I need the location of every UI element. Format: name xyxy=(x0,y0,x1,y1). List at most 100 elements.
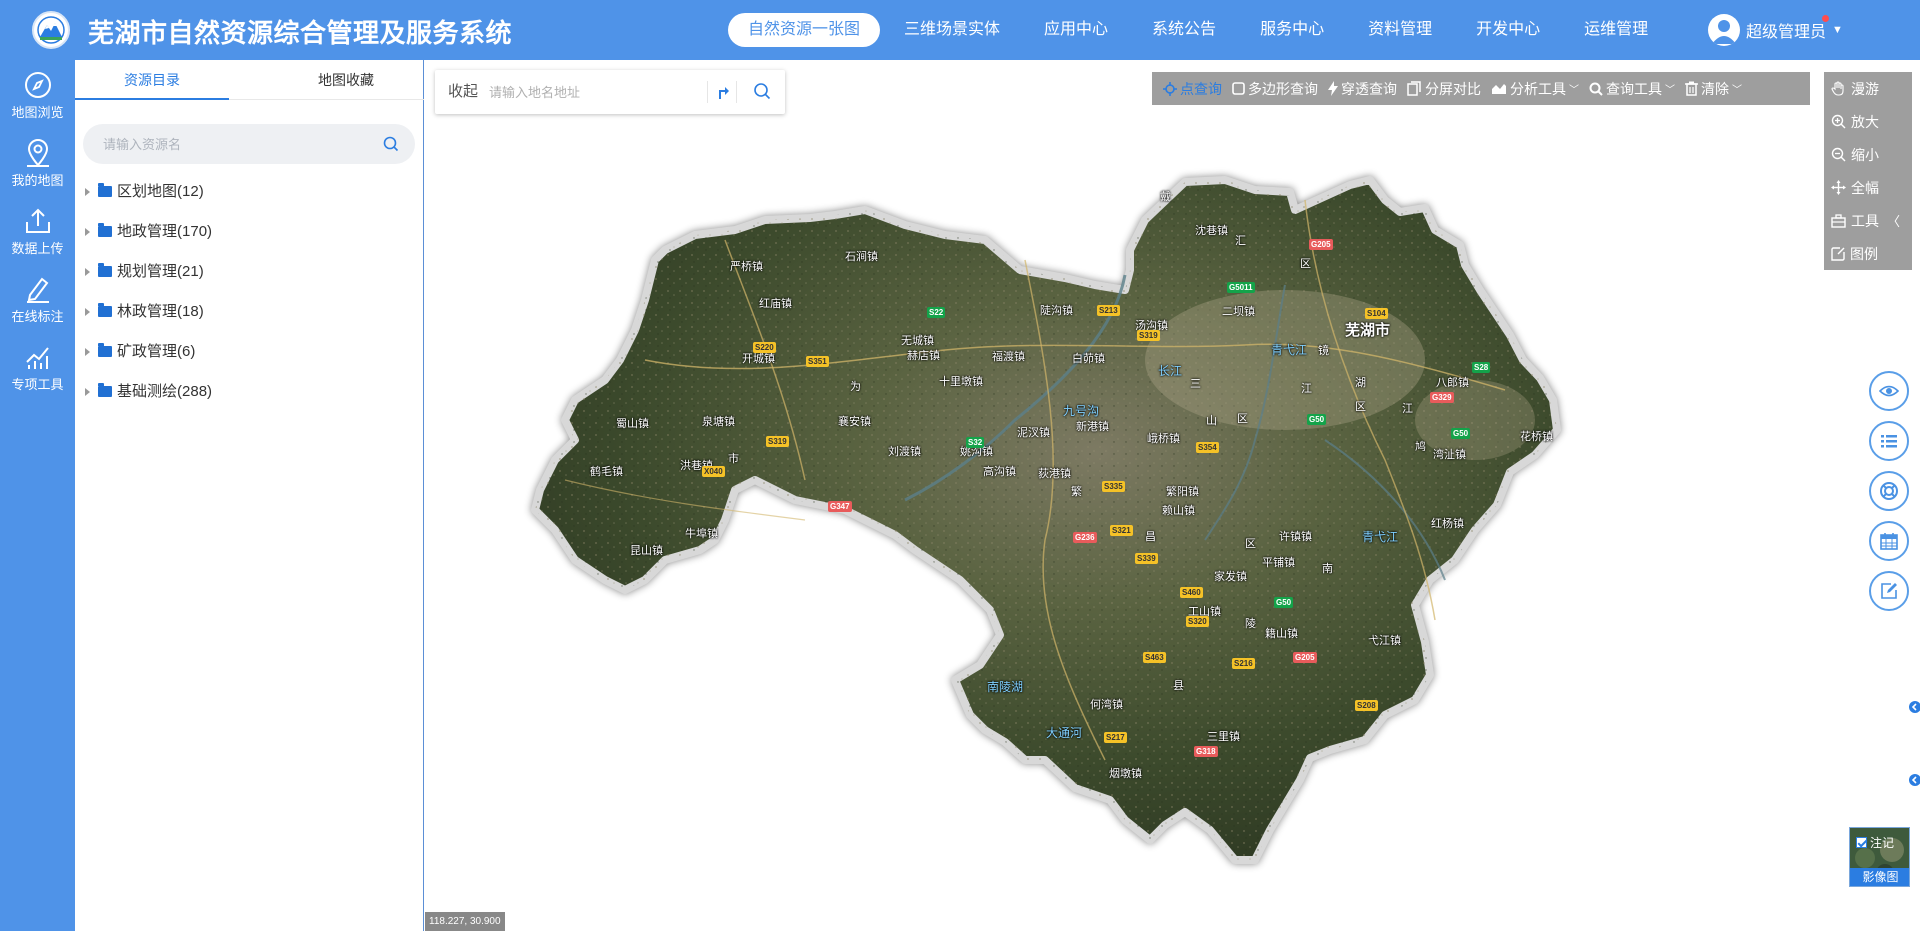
road-shield: G50 xyxy=(1274,597,1294,608)
annotation-toggle[interactable]: 注记 xyxy=(1856,834,1894,851)
nav-3d-scene[interactable]: 三维场景实体 xyxy=(884,13,1020,47)
road-shield: S335 xyxy=(1102,481,1125,492)
nav-service-center[interactable]: 服务中心 xyxy=(1240,13,1344,47)
resource-search-input[interactable] xyxy=(103,124,373,164)
nav-announcements[interactable]: 系统公告 xyxy=(1132,13,1236,47)
calendar-button[interactable] xyxy=(1869,521,1909,561)
rail-my-map[interactable]: 我的地图 xyxy=(0,132,75,192)
collapse-button[interactable]: 收起 xyxy=(448,70,478,114)
caret-right-icon xyxy=(85,308,90,317)
area-chart-icon xyxy=(1492,84,1506,94)
user-menu[interactable]: 超级管理员 ▼ xyxy=(1708,14,1843,46)
route-button[interactable] xyxy=(707,81,737,103)
full-extent-button[interactable]: 全幅 xyxy=(1824,171,1912,204)
tree-item-mining[interactable]: 矿政管理(6) xyxy=(75,332,424,372)
penetration-query-button[interactable]: 穿透查询 xyxy=(1323,72,1402,105)
search-icon[interactable] xyxy=(383,136,399,152)
map-toolbar: 点查询 多边形查询 穿透查询 分屏对比 分析工具 ﹀ 查询工具 ﹀ 清除 ﹀ xyxy=(1152,72,1810,105)
layer-list-button[interactable] xyxy=(1869,421,1909,461)
tree-item-label: 基础测绘 xyxy=(117,383,178,400)
satellite-map-region[interactable] xyxy=(425,60,1920,931)
search-icon xyxy=(1589,82,1603,96)
nav-app-center[interactable]: 应用中心 xyxy=(1024,13,1128,47)
nav-natural-resources-map[interactable]: 自然资源一张图 xyxy=(728,13,881,47)
tab-map-favorites[interactable]: 地图收藏 xyxy=(269,60,423,100)
avatar xyxy=(1708,14,1740,46)
tree-item-label: 矿政管理 xyxy=(117,343,178,360)
caret-right-icon xyxy=(85,348,90,357)
tree-item-label: 地政管理 xyxy=(117,223,178,240)
address-search-input[interactable] xyxy=(489,80,694,104)
checkbox-checked-icon xyxy=(1856,837,1867,848)
toolbar-label: 清除 xyxy=(1701,80,1729,97)
help-button[interactable] xyxy=(1869,471,1909,511)
map-view[interactable]: 戴 沈巷镇 汇 区 严桥镇 石涧镇 红庙镇 陡沟镇 二坝镇 汤沟镇 芜湖市 无城… xyxy=(425,60,1920,931)
road-shield: S220 xyxy=(753,342,776,353)
nav-operations[interactable]: 运维管理 xyxy=(1564,13,1668,47)
eye-icon xyxy=(1879,385,1899,397)
edit-button[interactable] xyxy=(1869,571,1909,611)
app-header: 芜湖市自然资源综合管理及服务系统 自然资源一张图 三维场景实体 应用中心 系统公… xyxy=(0,0,1920,60)
polygon-query-button[interactable]: 多边形查询 xyxy=(1227,72,1323,105)
road-shield: S321 xyxy=(1110,525,1133,536)
road-shield: G5011 xyxy=(1227,282,1255,293)
folder-icon xyxy=(98,262,112,277)
rail-online-annotation[interactable]: 在线标注 xyxy=(0,268,75,328)
zoom-in-button[interactable]: 放大 xyxy=(1824,105,1912,138)
rail-label: 专项工具 xyxy=(11,377,64,392)
caret-right-icon xyxy=(85,228,90,237)
crosshair-icon xyxy=(1163,81,1177,96)
legend-button[interactable]: 图例 xyxy=(1824,237,1912,270)
chevron-left-icon: 〈 xyxy=(1887,214,1901,229)
road-shield: S22 xyxy=(927,307,946,318)
tree-item-surveying[interactable]: 基础测绘(288) xyxy=(75,372,424,412)
rail-map-browse[interactable]: 地图浏览 xyxy=(0,64,75,124)
zoom-out-button[interactable]: 缩小 xyxy=(1824,138,1912,171)
tree-item-planning[interactable]: 规划管理(21) xyxy=(75,252,424,292)
tree-item-count: (12) xyxy=(177,183,204,200)
road-shield: S216 xyxy=(1232,658,1255,669)
tree-item-division-map[interactable]: 区划地图(12) xyxy=(75,172,424,212)
tree-item-count: (18) xyxy=(177,303,204,320)
toolbar-label: 多边形查询 xyxy=(1248,80,1318,97)
folder-icon xyxy=(98,342,112,357)
road-shield: S320 xyxy=(1186,616,1209,627)
tree-item-forestry[interactable]: 林政管理(18) xyxy=(75,292,424,332)
rail-special-tools[interactable]: 专项工具 xyxy=(0,336,75,396)
chart-icon xyxy=(25,347,49,369)
trash-icon xyxy=(1685,81,1698,96)
basemap-switcher[interactable]: 注记 影像图 xyxy=(1849,827,1910,887)
road-shield: S217 xyxy=(1104,732,1127,743)
tab-resource-catalog[interactable]: 资源目录 xyxy=(75,60,229,100)
route-icon xyxy=(719,87,729,99)
toolbar-label: 分析工具 xyxy=(1510,80,1566,97)
query-tools-dropdown[interactable]: 查询工具 ﹀ xyxy=(1584,72,1680,105)
nav-dev-center[interactable]: 开发中心 xyxy=(1456,13,1560,47)
road-shield: G318 xyxy=(1194,746,1218,757)
chevron-down-icon: ﹀ xyxy=(1665,85,1675,96)
road-shield: G329 xyxy=(1430,392,1454,403)
point-query-button[interactable]: 点查询 xyxy=(1158,72,1227,105)
nav-data-management[interactable]: 资料管理 xyxy=(1348,13,1452,47)
clear-dropdown[interactable]: 清除 ﹀ xyxy=(1680,72,1747,105)
expand-panel-icon[interactable] xyxy=(1907,700,1920,714)
hand-icon xyxy=(1831,81,1844,96)
app-logo xyxy=(32,11,70,49)
rail-label: 在线标注 xyxy=(11,309,64,324)
road-shield: X040 xyxy=(702,466,725,477)
map-nav-tools: 漫游 放大 缩小 全幅 工具 〈 图例 xyxy=(1824,72,1912,270)
tools-button[interactable]: 工具 〈 xyxy=(1824,204,1912,237)
road-shield: G205 xyxy=(1293,652,1317,663)
square-icon xyxy=(1232,82,1245,95)
expand-panel-icon[interactable] xyxy=(1907,773,1920,787)
pan-button[interactable]: 漫游 xyxy=(1824,72,1912,105)
search-icon[interactable] xyxy=(753,82,771,100)
rail-data-upload[interactable]: 数据上传 xyxy=(0,200,75,260)
analysis-tools-dropdown[interactable]: 分析工具 ﹀ xyxy=(1486,72,1584,105)
visibility-button[interactable] xyxy=(1869,371,1909,411)
zoom-out-icon xyxy=(1831,147,1846,162)
toolbar-label: 查询工具 xyxy=(1606,80,1662,97)
split-compare-button[interactable]: 分屏对比 xyxy=(1402,72,1486,105)
folder-icon xyxy=(98,302,112,317)
tree-item-land-admin[interactable]: 地政管理(170) xyxy=(75,212,424,252)
